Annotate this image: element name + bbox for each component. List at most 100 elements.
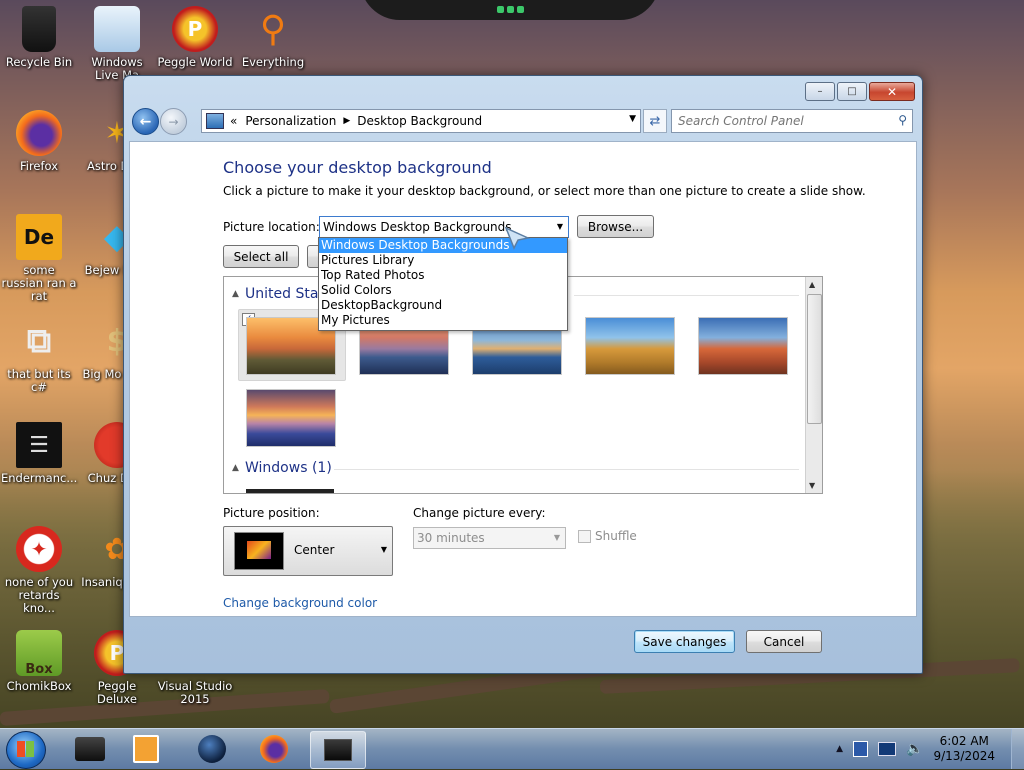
chevron-down-icon: ▼ bbox=[553, 533, 560, 542]
scrollbar-thumb[interactable] bbox=[807, 294, 822, 424]
change-picture-label: Change picture every: bbox=[413, 506, 546, 520]
copy-windows-icon: ⧉ bbox=[26, 320, 52, 361]
system-tray: ▲ 🔈 6:02 AM 9/13/2024 bbox=[836, 729, 1024, 769]
desktop-icon-endermanch[interactable]: ☰ Endermanc... bbox=[1, 422, 77, 485]
desktop-icon-red-dino[interactable]: ✦ none of you retards kno... bbox=[1, 526, 77, 615]
breadcrumb-separator-icon[interactable]: ▶ bbox=[343, 116, 350, 126]
peggle-icon: P bbox=[172, 6, 218, 52]
thumbnail-6[interactable] bbox=[246, 389, 336, 447]
show-desktop-button[interactable] bbox=[1011, 729, 1024, 769]
refresh-button[interactable]: ⇄ bbox=[643, 109, 667, 133]
picture-position-select[interactable]: Center ▼ bbox=[223, 526, 393, 576]
picture-location-select[interactable]: Windows Desktop Backgrounds ▼ bbox=[319, 216, 569, 238]
navigation-bar: ← → « Personalization ▶ Desktop Backgrou… bbox=[129, 107, 917, 135]
clock-date: 9/13/2024 bbox=[933, 749, 995, 763]
firefox-icon bbox=[16, 110, 62, 156]
breadcrumb-personalization[interactable]: Personalization bbox=[245, 114, 336, 128]
taskbar-media-player[interactable] bbox=[122, 731, 170, 767]
shuffle-checkbox[interactable]: Shuffle bbox=[578, 529, 637, 543]
start-button[interactable] bbox=[6, 731, 46, 769]
volume-icon[interactable]: 🔈 bbox=[906, 741, 923, 757]
globe-icon bbox=[198, 735, 226, 763]
minimize-button[interactable]: – bbox=[805, 82, 835, 101]
show-hidden-icons-icon[interactable]: ▲ bbox=[836, 744, 843, 754]
option-top-rated-photos[interactable]: Top Rated Photos bbox=[319, 268, 567, 283]
media-player-icon bbox=[133, 735, 159, 763]
refresh-icon: ⇄ bbox=[649, 113, 661, 129]
control-panel-icon bbox=[206, 113, 224, 129]
change-background-color-link[interactable]: Change background color bbox=[223, 596, 377, 610]
scroll-up-icon[interactable]: ▲ bbox=[809, 280, 815, 289]
back-arrow-icon: ← bbox=[139, 113, 152, 130]
thumbnail-4[interactable] bbox=[585, 317, 675, 375]
desktop-background-window: – □ ✕ ← → « Personalization ▶ Desktop Ba… bbox=[123, 75, 923, 674]
forward-arrow-icon: → bbox=[168, 114, 179, 129]
desktop-icon-firefox[interactable]: Firefox bbox=[1, 110, 77, 173]
de-app-icon: De bbox=[16, 214, 62, 260]
forward-button[interactable]: → bbox=[160, 108, 187, 135]
chevron-down-icon: ▼ bbox=[380, 545, 387, 554]
address-dropdown-icon[interactable]: ▼ bbox=[629, 114, 636, 124]
option-my-pictures[interactable]: My Pictures bbox=[319, 313, 567, 328]
network-icon[interactable] bbox=[853, 741, 869, 757]
picture-position-label: Picture position: bbox=[223, 506, 320, 520]
address-overflow-chevron[interactable]: « bbox=[230, 114, 237, 128]
collapse-group-icon[interactable]: ▲ bbox=[232, 289, 239, 299]
taskbar-app-1[interactable] bbox=[66, 731, 114, 767]
desktop-icon-recycle-bin[interactable]: Recycle Bin bbox=[1, 6, 77, 69]
select-all-button[interactable]: Select all bbox=[223, 245, 299, 268]
change-interval-value: 30 minutes bbox=[417, 531, 485, 545]
browse-button[interactable]: Browse... bbox=[577, 215, 654, 238]
chomikbox-icon: Box bbox=[16, 630, 62, 676]
action-center-icon[interactable] bbox=[878, 742, 897, 756]
thumbnail-7[interactable] bbox=[246, 489, 334, 493]
group-divider bbox=[334, 469, 799, 470]
desktop-icon-de-app[interactable]: De some russian ran a rat bbox=[1, 214, 77, 303]
checkbox-box[interactable] bbox=[578, 529, 591, 543]
group-header-windows[interactable]: Windows (1) bbox=[245, 460, 332, 476]
cursor-pointer-icon bbox=[504, 226, 530, 250]
desktop-icon-everything[interactable]: ⚲ Everything bbox=[235, 6, 311, 69]
scroll-down-icon[interactable]: ▼ bbox=[809, 481, 815, 490]
page-subtitle: Click a picture to make it your desktop … bbox=[223, 184, 866, 198]
address-bar[interactable]: « Personalization ▶ Desktop Background ▼ bbox=[201, 109, 641, 133]
cancel-button[interactable]: Cancel bbox=[746, 630, 822, 653]
clock[interactable]: 6:02 AM 9/13/2024 bbox=[933, 734, 995, 764]
desktop-icon-peggle-world[interactable]: P Peggle World bbox=[157, 6, 233, 69]
position-preview-icon bbox=[234, 532, 284, 570]
red-dino-icon: ✦ bbox=[16, 526, 62, 572]
option-desktopbackground[interactable]: DesktopBackground bbox=[319, 298, 567, 313]
back-button[interactable]: ← bbox=[132, 108, 159, 135]
breadcrumb-desktop-background[interactable]: Desktop Background bbox=[357, 114, 482, 128]
search-icon[interactable]: ⚲ bbox=[898, 113, 907, 127]
chevron-down-icon: ▼ bbox=[556, 222, 563, 231]
search-input[interactable] bbox=[672, 113, 890, 129]
picture-position-value: Center bbox=[294, 543, 335, 557]
clock-time: 6:02 AM bbox=[939, 734, 989, 748]
control-panel-window-icon bbox=[324, 739, 352, 761]
firefox-icon bbox=[260, 735, 288, 763]
gallery-scrollbar[interactable]: ▲ ▼ bbox=[805, 277, 822, 493]
change-interval-select[interactable]: 30 minutes ▼ bbox=[413, 527, 566, 549]
maximize-button[interactable]: □ bbox=[837, 82, 867, 101]
window-controls: – □ ✕ bbox=[803, 82, 915, 101]
option-pictures-library[interactable]: Pictures Library bbox=[319, 253, 567, 268]
save-changes-button[interactable]: Save changes bbox=[634, 630, 735, 653]
thumbnail-5[interactable] bbox=[698, 317, 788, 375]
desktop-icon-copy-windows[interactable]: ⧉ that but its c# bbox=[1, 318, 77, 394]
recycle-bin-icon bbox=[22, 6, 56, 52]
top-device-bar bbox=[360, 0, 660, 20]
search-box[interactable]: ⚲ bbox=[671, 109, 913, 133]
page-title: Choose your desktop background bbox=[223, 158, 492, 177]
close-button[interactable]: ✕ bbox=[869, 82, 915, 101]
content-pane: Choose your desktop background Click a p… bbox=[129, 141, 917, 617]
option-solid-colors[interactable]: Solid Colors bbox=[319, 283, 567, 298]
taskbar-firefox[interactable] bbox=[250, 731, 298, 767]
desktop-icon-windows-live-mail[interactable]: Windows Live Ma bbox=[79, 6, 155, 82]
desktop-icon-chomikbox[interactable]: Box ChomikBox bbox=[1, 630, 77, 693]
taskbar-control-panel[interactable] bbox=[310, 731, 366, 769]
collapse-group-icon[interactable]: ▲ bbox=[232, 463, 239, 473]
taskbar-globe-app[interactable] bbox=[188, 731, 236, 767]
group-header-united-states[interactable]: United Stat bbox=[245, 286, 324, 302]
console-icon: ☰ bbox=[16, 422, 62, 468]
